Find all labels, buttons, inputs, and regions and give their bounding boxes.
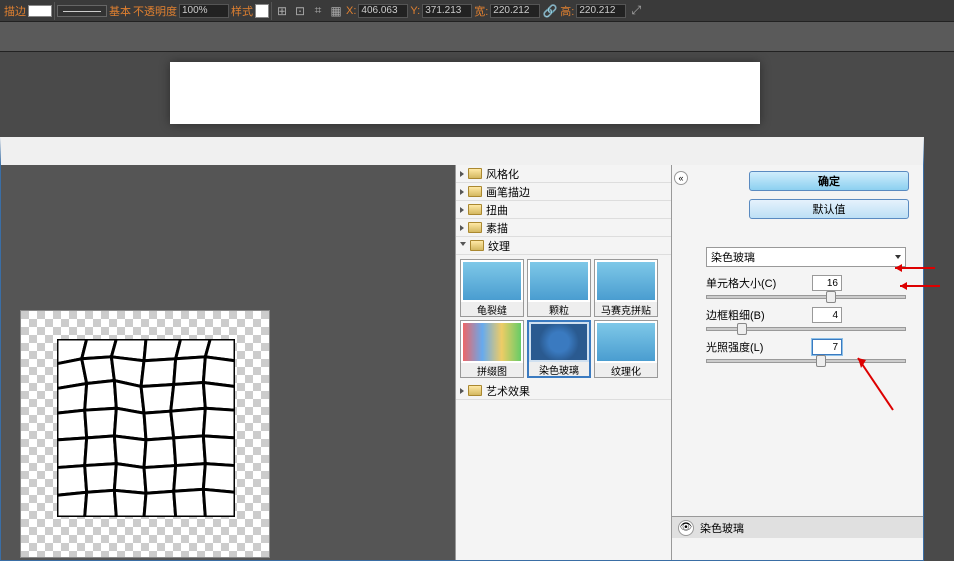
filter-thumb-patchwork[interactable]: 拼缀图: [460, 320, 524, 378]
light-row: 光照强度(L): [706, 339, 909, 355]
thumb-image: [597, 323, 655, 361]
preview-image: [57, 339, 235, 517]
default-button[interactable]: 默认值: [749, 199, 909, 219]
slider-thumb[interactable]: [737, 323, 747, 335]
h-label: 高:: [560, 3, 574, 19]
layer-name: 染色玻璃: [700, 520, 744, 536]
cell-size-row: 单元格大小(C): [706, 275, 909, 291]
filter-thumb-craquelure[interactable]: 龟裂缝: [460, 259, 524, 317]
w-input[interactable]: [490, 4, 540, 18]
effect-layer-row[interactable]: 👁 染色玻璃: [672, 516, 923, 538]
folder-icon: [468, 168, 482, 179]
triangle-icon: [460, 388, 464, 394]
folder-icon: [468, 186, 482, 197]
opacity-label: 不透明度: [133, 3, 177, 19]
category-pane: 风格化 画笔描边 扭曲 素描 纹理 龟裂缝 颗粒 马赛克拼贴 拼缀图 染色玻璃 …: [456, 165, 672, 560]
folder-icon: [470, 240, 484, 251]
border-row: 边框粗细(B): [706, 307, 909, 323]
category-label: 纹理: [488, 238, 510, 254]
filter-dropdown[interactable]: 染色玻璃: [706, 247, 906, 267]
folder-icon: [468, 385, 482, 396]
stroke-label: 描边: [4, 3, 26, 19]
category-stylize[interactable]: 风格化: [456, 165, 671, 183]
thumbnail-grid: 龟裂缝 颗粒 马赛克拼贴 拼缀图 染色玻璃 纹理化: [456, 255, 671, 382]
category-label: 扭曲: [486, 202, 508, 218]
separator: [54, 2, 55, 20]
y-label: Y:: [410, 5, 420, 17]
light-input[interactable]: [812, 339, 842, 355]
style-swatch[interactable]: [255, 4, 269, 18]
category-label: 风格化: [486, 166, 519, 182]
visibility-icon[interactable]: 👁: [678, 520, 694, 536]
options-toolbar: 描边 基本 不透明度 样式 ⊞ ⊡ ⌗ ▦ X: Y: 宽: 🔗 高: ⤢: [0, 0, 954, 22]
y-input[interactable]: [422, 4, 472, 18]
thumb-image: [530, 262, 588, 300]
category-label: 画笔描边: [486, 184, 530, 200]
x-label: X:: [346, 5, 356, 17]
dropdown-value: 染色玻璃: [711, 249, 755, 265]
category-brush[interactable]: 画笔描边: [456, 183, 671, 201]
style-label: 样式: [231, 3, 253, 19]
preview-window[interactable]: [20, 310, 270, 558]
stroke-style[interactable]: [57, 5, 107, 17]
cell-size-label: 单元格大小(C): [706, 275, 806, 291]
thumb-image: [463, 323, 521, 361]
category-label: 素描: [486, 220, 508, 236]
category-texture[interactable]: 纹理: [456, 237, 671, 255]
category-label: 艺术效果: [486, 383, 530, 399]
transform-icon[interactable]: ⌗: [310, 3, 326, 19]
category-distort[interactable]: 扭曲: [456, 201, 671, 219]
w-label: 宽:: [474, 3, 488, 19]
thumb-label: 拼缀图: [461, 363, 523, 377]
stained-glass-preview: [57, 339, 235, 517]
slider-thumb[interactable]: [826, 291, 836, 303]
triangle-icon: [460, 207, 464, 213]
thumb-image: [597, 262, 655, 300]
thumb-label: 染色玻璃: [529, 362, 589, 376]
collapse-button[interactable]: «: [674, 171, 688, 185]
category-sketch[interactable]: 素描: [456, 219, 671, 237]
link-icon[interactable]: 🔗: [542, 3, 558, 19]
align-icon[interactable]: ⊡: [292, 3, 308, 19]
thumb-label: 纹理化: [595, 363, 657, 377]
document-canvas[interactable]: [170, 62, 760, 124]
thumb-label: 颗粒: [528, 302, 590, 316]
thumb-label: 龟裂缝: [461, 302, 523, 316]
panel-strip: [0, 22, 954, 52]
border-slider[interactable]: [706, 327, 906, 331]
filter-thumb-grain[interactable]: 颗粒: [527, 259, 591, 317]
folder-icon: [468, 204, 482, 215]
thumb-image: [463, 262, 521, 300]
cell-size-input[interactable]: [812, 275, 842, 291]
cell-size-slider[interactable]: [706, 295, 906, 299]
light-label: 光照强度(L): [706, 339, 806, 355]
h-input[interactable]: [576, 4, 626, 18]
separator: [271, 2, 272, 20]
controls-pane: « 确定 默认值 染色玻璃 单元格大小(C) 边框粗细(B) 光照强度(L) 👁…: [672, 165, 923, 560]
opacity-input[interactable]: [179, 4, 229, 18]
category-artistic[interactable]: 艺术效果: [456, 382, 671, 400]
light-slider[interactable]: [706, 359, 906, 363]
slider-thumb[interactable]: [816, 355, 826, 367]
border-label: 边框粗细(B): [706, 307, 806, 323]
triangle-icon: [460, 189, 464, 195]
triangle-icon: [460, 225, 464, 231]
filter-thumb-mosaic[interactable]: 马赛克拼贴: [594, 259, 658, 317]
filter-thumb-texturizer[interactable]: 纹理化: [594, 320, 658, 378]
chevron-down-icon: [895, 255, 901, 259]
x-input[interactable]: [358, 4, 408, 18]
stroke-swatch[interactable]: [28, 5, 52, 17]
basic-label: 基本: [109, 3, 131, 19]
triangle-icon: [460, 171, 464, 177]
thumb-label: 马赛克拼贴: [595, 302, 657, 316]
folder-icon: [468, 222, 482, 233]
ok-button[interactable]: 确定: [749, 171, 909, 191]
triangle-down-icon: [460, 242, 466, 249]
border-input[interactable]: [812, 307, 842, 323]
thumb-image: [531, 324, 587, 360]
grid-icon[interactable]: ▦: [328, 3, 344, 19]
align-icon[interactable]: ⊞: [274, 3, 290, 19]
filter-thumb-stainedglass[interactable]: 染色玻璃: [527, 320, 591, 378]
expand-icon[interactable]: ⤢: [628, 3, 644, 19]
